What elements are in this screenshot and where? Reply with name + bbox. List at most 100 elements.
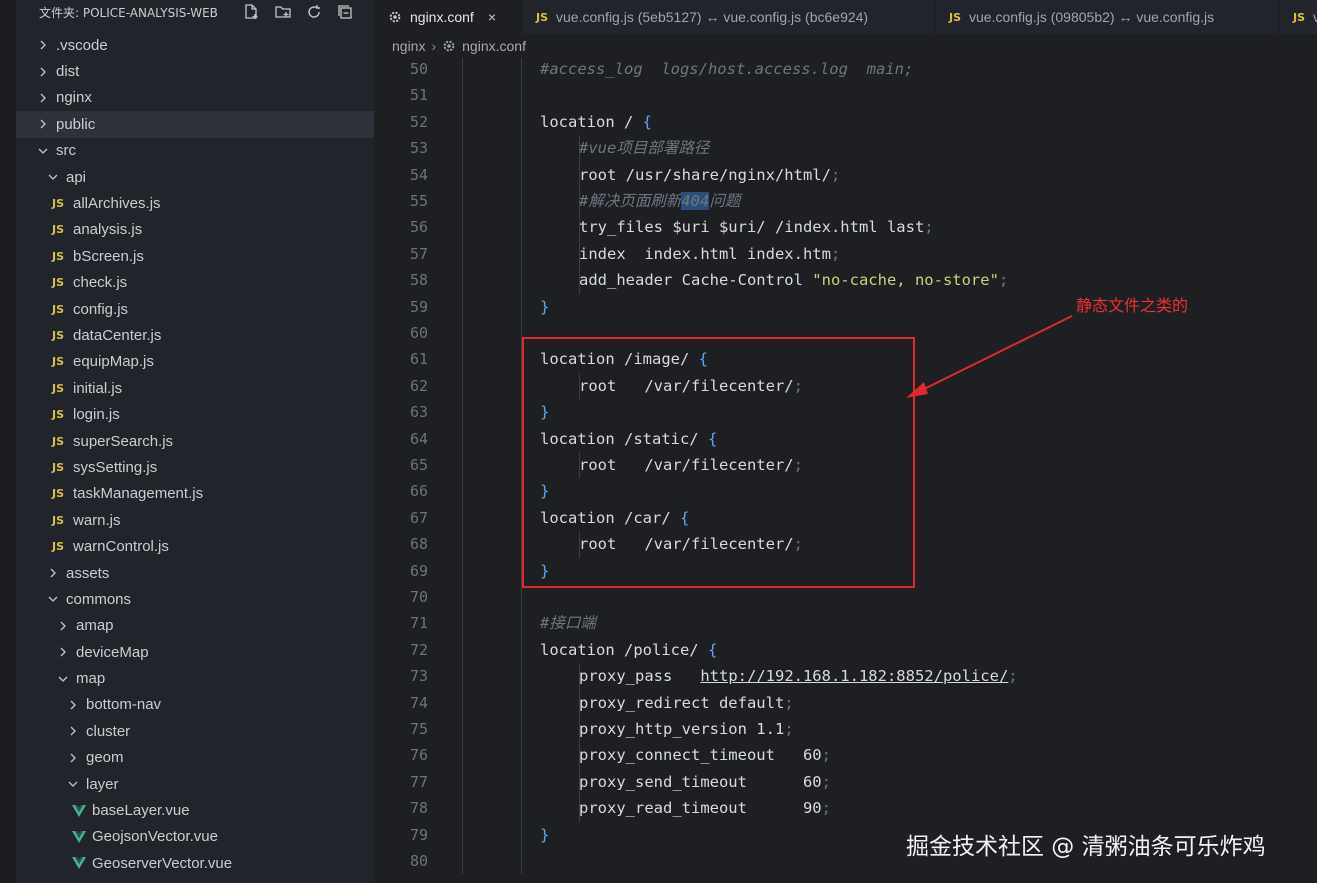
gear-icon	[442, 39, 456, 53]
tree-item-label: amap	[76, 617, 114, 635]
chevron-right-icon[interactable]	[36, 38, 50, 52]
chevron-right-icon[interactable]	[66, 751, 80, 765]
chevron-right-icon[interactable]	[36, 117, 50, 131]
close-icon[interactable]: ×	[488, 9, 496, 25]
tree-folder[interactable]: layer	[16, 771, 374, 797]
tree-file[interactable]: GeojsonVector.vue	[16, 824, 374, 850]
chevron-right-icon[interactable]	[56, 619, 70, 633]
chevron-down-icon[interactable]	[56, 672, 70, 686]
tree-item-label: api	[66, 168, 87, 186]
tab-vue-config-1[interactable]: JS vue.config.js (5eb5127) ↔ vue.config.j…	[522, 0, 935, 34]
tree-folder[interactable]: public	[16, 111, 374, 138]
tree-folder[interactable]: .vscode	[16, 32, 374, 58]
code-line: 53 #vue项目部署路径	[374, 135, 1317, 162]
tree-folder[interactable]: api	[16, 164, 374, 190]
tab-nginx-conf[interactable]: nginx.conf ×	[374, 0, 522, 34]
js-file-icon: JS	[52, 276, 65, 290]
line-number: 78	[409, 799, 428, 818]
tree-file[interactable]: GeoserverVector.vue	[16, 850, 374, 876]
explorer-header: 文件夹: POLICE-ANALYSIS-WEB	[16, 0, 374, 24]
indent-guide	[521, 821, 522, 848]
tab-vue-config-3[interactable]: JS v	[1279, 0, 1317, 34]
chevron-down-icon[interactable]	[46, 170, 60, 184]
tree-item-label: warnControl.js	[73, 538, 169, 556]
chevron-right-icon[interactable]	[46, 566, 60, 580]
tree-file[interactable]: JS superSearch.js	[16, 428, 374, 454]
line-number: 64	[409, 429, 428, 448]
indent-guide	[462, 320, 463, 347]
tree-folder[interactable]: map	[16, 665, 374, 691]
tree-file[interactable]: JS initial.js	[16, 375, 374, 401]
code-token: #vue项目部署路径	[579, 139, 710, 158]
tree-file[interactable]: JS warn.js	[16, 507, 374, 533]
tree-folder[interactable]: bottom-nav	[16, 692, 374, 718]
js-file-icon: JS	[52, 302, 65, 316]
code-text: proxy_redirect default;	[579, 690, 794, 716]
refresh-icon[interactable]	[304, 2, 324, 22]
chevron-down-icon[interactable]	[36, 144, 50, 158]
chevron-right-icon[interactable]	[36, 65, 50, 79]
chevron-down-icon[interactable]	[46, 592, 60, 606]
code-token: #解决页面刷新	[579, 192, 682, 210]
line-number: 67	[409, 508, 428, 527]
code-token[interactable]: http://192.168.1.182:8852/police/	[700, 667, 1008, 685]
indent-guide	[462, 452, 463, 479]
line-number: 50	[409, 60, 428, 78]
indent-guide	[462, 240, 463, 268]
activity-bar-edge	[0, 0, 16, 883]
code-token: index index.html index.htm	[579, 244, 831, 263]
indent-guide	[462, 188, 463, 215]
chevron-right-icon[interactable]	[56, 645, 70, 659]
code-token: proxy_send_timeout 60	[579, 772, 822, 791]
tree-folder[interactable]: nginx	[16, 85, 374, 111]
chevron-down-icon[interactable]	[66, 777, 80, 791]
line-number: 66	[409, 482, 428, 501]
js-file-icon: JS	[52, 487, 65, 501]
tree-folder[interactable]: cluster	[16, 718, 374, 744]
indent-guide	[462, 108, 463, 136]
tree-file[interactable]: JS login.js	[16, 401, 374, 427]
tree-file[interactable]: JS taskManagement.js	[16, 481, 374, 507]
breadcrumb-file[interactable]: nginx.conf	[462, 38, 526, 54]
code-text: proxy_send_timeout 60;	[579, 769, 831, 795]
breadcrumb-folder[interactable]: nginx	[392, 38, 425, 54]
tree-folder[interactable]: src	[16, 138, 374, 164]
tree-file[interactable]: JS check.js	[16, 270, 374, 296]
tree-file[interactable]: JS dataCenter.js	[16, 322, 374, 348]
tree-file[interactable]: JS sysSetting.js	[16, 454, 374, 480]
tree-folder[interactable]: dist	[16, 58, 374, 84]
chevron-right-icon[interactable]	[66, 724, 80, 738]
js-file-icon: JS	[52, 249, 65, 263]
tree-item-label: assets	[66, 564, 110, 582]
code-line: 57 index index.html index.htm;	[374, 240, 1317, 268]
indent-guide	[462, 557, 463, 584]
indent-guide	[462, 399, 463, 426]
code-token: proxy_redirect default	[579, 693, 785, 712]
tree-file[interactable]: JS warnControl.js	[16, 533, 374, 559]
tab-vue-config-2[interactable]: JS vue.config.js (09805b2) ↔ vue.config.j…	[935, 0, 1279, 34]
tree-file[interactable]: JS allArchives.js	[16, 190, 374, 216]
new-folder-icon[interactable]	[273, 2, 293, 22]
tab-label: vue.config.js (09805b2) ↔ vue.config.js	[969, 9, 1215, 25]
indent-guide	[462, 689, 463, 716]
tree-folder[interactable]: geom	[16, 745, 374, 771]
new-file-icon[interactable]	[241, 2, 261, 22]
chevron-right-icon[interactable]	[66, 698, 80, 712]
tree-folder[interactable]: deviceMap	[16, 639, 374, 665]
code-text: location /police/ {	[540, 637, 717, 663]
js-file-icon: JS	[52, 540, 65, 554]
tree-item-label: .vscode	[56, 36, 108, 54]
tree-folder[interactable]: assets	[16, 560, 374, 586]
tree-folder[interactable]: commons	[16, 586, 374, 612]
line-number: 56	[409, 218, 428, 237]
tree-file[interactable]: baseLayer.vue	[16, 797, 374, 823]
tree-file[interactable]: JS config.js	[16, 296, 374, 322]
tree-file[interactable]: JS analysis.js	[16, 217, 374, 243]
tree-file[interactable]: JS equipMap.js	[16, 349, 374, 375]
tree-item-label: bScreen.js	[73, 247, 144, 265]
collapse-all-icon[interactable]	[335, 2, 355, 22]
tree-file[interactable]: JS bScreen.js	[16, 243, 374, 269]
tree-folder[interactable]: amap	[16, 613, 374, 639]
chevron-right-icon[interactable]	[36, 91, 50, 105]
code-text: location / {	[540, 109, 652, 135]
